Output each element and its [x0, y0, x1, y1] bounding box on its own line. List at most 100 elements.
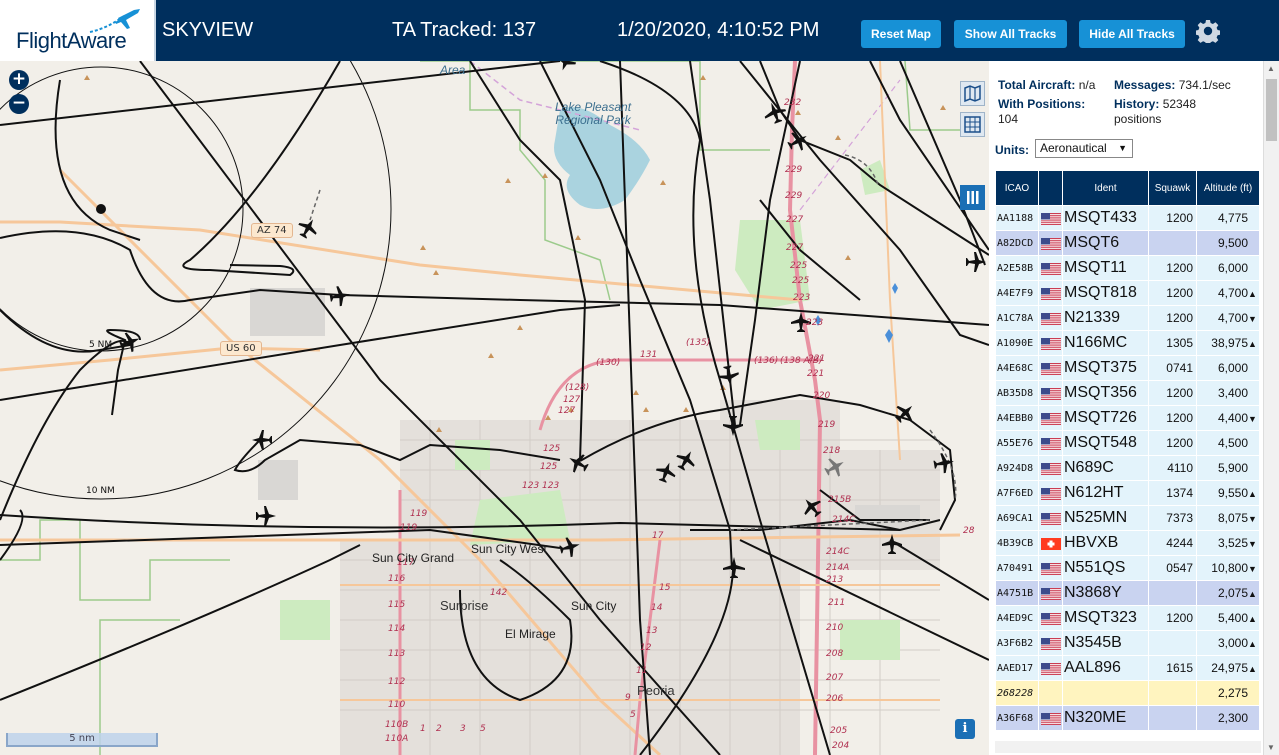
svg-text:9: 9: [625, 693, 631, 703]
zoom-out-button[interactable]: −: [9, 94, 29, 114]
map-view[interactable]: 232 229 229 227 227 225 225 223 223 221 221 220 …: [0, 61, 989, 755]
altitude-cell: 3,525▼: [1196, 530, 1260, 556]
table-horizontal-scrollbar[interactable]: [995, 741, 1261, 753]
svg-text:204: 204: [832, 741, 849, 751]
table-row[interactable]: A1C78A N21339 1200 4,700▼: [995, 305, 1260, 331]
svg-text:214C: 214C: [832, 515, 856, 525]
clock: 1/20/2020, 4:10:52 PM: [617, 19, 820, 41]
col-ident[interactable]: Ident: [1062, 170, 1149, 206]
squawk-cell: 7373: [1148, 505, 1197, 531]
squawk-cell: 1200: [1148, 380, 1197, 406]
squawk-cell: 1374: [1148, 480, 1197, 506]
table-row[interactable]: A4E68C MSQT375 0741 6,000: [995, 355, 1260, 381]
svg-text:127: 127: [563, 395, 580, 405]
zoom-in-button[interactable]: +: [9, 70, 29, 90]
ident-cell: MSQT726: [1062, 405, 1149, 431]
info-button[interactable]: i: [955, 719, 975, 739]
show-all-tracks-button[interactable]: Show All Tracks: [954, 20, 1067, 48]
ident-cell: MSQT6: [1062, 230, 1149, 256]
scroll-down-arrow[interactable]: ▼: [1267, 743, 1275, 752]
ident-cell: N689C: [1062, 455, 1149, 481]
table-row[interactable]: A4EBB0 MSQT726 1200 4,400▼: [995, 405, 1260, 431]
sidebar-scrollbar[interactable]: ▲ ▼: [1263, 61, 1279, 755]
flightaware-logo[interactable]: FlightAware: [0, 0, 156, 61]
table-row[interactable]: A924D8 N689C 4110 5,900: [995, 455, 1260, 481]
sun-city-grand-label: Sun City Grand: [372, 551, 455, 565]
table-row[interactable]: A55E76 MSQT548 1200 4,500: [995, 430, 1260, 456]
tracked-count: TA Tracked: 137: [392, 19, 537, 41]
us-flag-icon: [1040, 487, 1061, 500]
history-stat: History: 52348 positions: [1114, 97, 1254, 127]
altitude-cell: 38,975▲: [1196, 330, 1260, 356]
svg-text:227: 227: [786, 215, 803, 225]
icao-cell: A3F6B2: [995, 630, 1039, 656]
altitude-value: 4,400: [1217, 411, 1248, 425]
us-flag-icon: [1040, 437, 1061, 450]
table-row[interactable]: 268228 2,275: [995, 680, 1260, 706]
table-row[interactable]: A4751B N3868Y 2,075▲: [995, 580, 1260, 606]
flag-cell: [1038, 355, 1063, 381]
svg-text:229: 229: [785, 191, 802, 201]
icao-cell: A4ED9C: [995, 605, 1039, 631]
table-row[interactable]: A1090E N166MC 1305 38,975▲: [995, 330, 1260, 356]
units-label: Units:: [995, 143, 1029, 157]
scrollbar-thumb[interactable]: [1266, 79, 1277, 141]
table-row[interactable]: A7F6ED N612HT 1374 9,550▲: [995, 480, 1260, 506]
reset-map-button[interactable]: Reset Map: [861, 20, 941, 48]
svg-text:17: 17: [652, 531, 664, 541]
flag-cell: [1038, 505, 1063, 531]
ident-cell: N21339: [1062, 305, 1149, 331]
icao-cell: AAED17: [995, 655, 1039, 681]
table-row[interactable]: A82DCD MSQT6 9,500: [995, 230, 1260, 256]
units-select[interactable]: Aeronautical ▼: [1035, 139, 1133, 158]
svg-text:220: 220: [813, 391, 830, 401]
climb-arrow-icon: ▲: [1248, 489, 1257, 499]
us-flag-icon: [1040, 712, 1061, 725]
col-icao[interactable]: ICAO: [995, 170, 1039, 206]
table-row[interactable]: A2E58B MSQT11 1200 6,000: [995, 255, 1260, 281]
sidebar-toggle-button[interactable]: [960, 185, 985, 210]
hide-all-tracks-button[interactable]: Hide All Tracks: [1079, 20, 1185, 48]
ident-cell: MSQT548: [1062, 430, 1149, 456]
grid-toggle-button[interactable]: [960, 112, 985, 137]
flag-cell: [1038, 230, 1063, 256]
us-flag-icon: [1040, 287, 1061, 300]
gear-icon[interactable]: [1196, 19, 1220, 43]
altitude-cell: 6,000: [1196, 255, 1260, 281]
table-row[interactable]: A4ED9C MSQT323 1200 5,400▲: [995, 605, 1260, 631]
svg-text:205: 205: [830, 726, 847, 736]
svg-text:110: 110: [388, 700, 405, 710]
table-header-row: ICAO Ident Squawk Altitude (ft): [995, 170, 1260, 206]
table-row[interactable]: A4E7F9 MSQT818 1200 4,700▲: [995, 280, 1260, 306]
svg-text:227: 227: [786, 243, 803, 253]
icao-cell: A36F68: [995, 705, 1039, 731]
svg-text:206: 206: [826, 694, 843, 704]
flag-cell: [1038, 680, 1063, 706]
us-flag-icon: [1040, 637, 1061, 650]
table-row[interactable]: AAED17 AAL896 1615 24,975▲: [995, 655, 1260, 681]
table-row[interactable]: A3F6B2 N3545B 3,000▲: [995, 630, 1260, 656]
table-row[interactable]: A36F68 N320ME 2,300: [995, 705, 1260, 731]
col-flag[interactable]: [1038, 170, 1063, 206]
table-row[interactable]: AB35D8 MSQT356 1200 3,400: [995, 380, 1260, 406]
table-row[interactable]: 4B39CB HBVXB 4244 3,525▼: [995, 530, 1260, 556]
svg-text:211: 211: [828, 598, 845, 608]
table-row[interactable]: A69CA1 N525MN 7373 8,075▼: [995, 505, 1260, 531]
svg-text:28: 28: [963, 526, 975, 536]
altitude-cell: 24,975▲: [1196, 655, 1260, 681]
flag-cell: [1038, 555, 1063, 581]
altitude-cell: 2,275: [1196, 680, 1260, 706]
scroll-up-arrow[interactable]: ▲: [1267, 64, 1275, 73]
altitude-value: 4,700: [1217, 311, 1248, 325]
flag-cell: [1038, 280, 1063, 306]
col-squawk[interactable]: Squawk: [1148, 170, 1197, 206]
svg-text:13: 13: [646, 626, 658, 636]
table-row[interactable]: AA1188 MSQT433 1200 4,775: [995, 205, 1260, 231]
icao-cell: A4EBB0: [995, 405, 1039, 431]
logo-text: FlightAware: [16, 28, 127, 53]
icao-cell: A70491: [995, 555, 1039, 581]
map-layers-button[interactable]: [960, 81, 985, 106]
table-row[interactable]: A70491 N551QS 0547 10,800▼: [995, 555, 1260, 581]
col-altitude[interactable]: Altitude (ft): [1196, 170, 1260, 206]
units-selected-value: Aeronautical: [1040, 141, 1107, 155]
